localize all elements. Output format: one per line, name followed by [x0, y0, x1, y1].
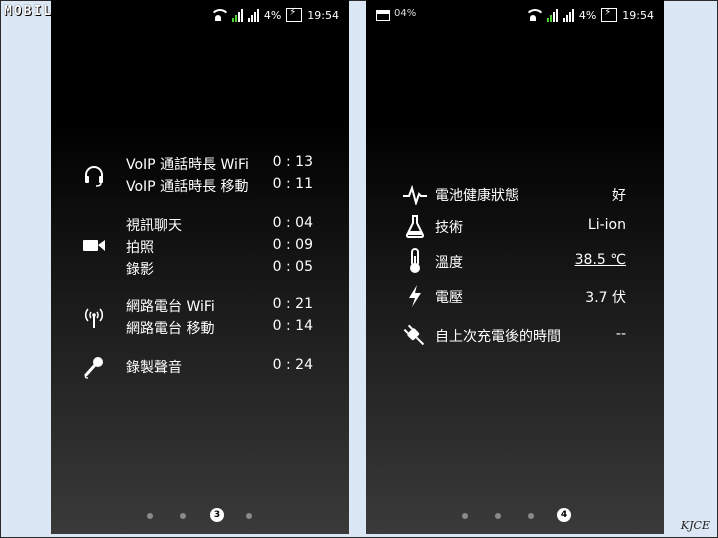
row-label: 網路電台 WiFi [126, 299, 215, 315]
row-value: 0 : 04 [272, 215, 313, 231]
list-item: 電池健康狀態 好 [366, 183, 664, 205]
status-bar: 4% 19:54 [51, 0, 349, 30]
row-value: 0 : 09 [272, 237, 313, 253]
page-dot-active[interactable]: 3 [210, 508, 224, 522]
list-item: 網路電台 WiFi 0 : 21 [51, 294, 349, 316]
row-label: 網路電台 移動 [126, 321, 215, 337]
row-label: 電池健康狀態 [435, 188, 519, 204]
list-item: 技術 Li-ion [366, 215, 664, 237]
page-dot[interactable] [528, 513, 534, 519]
list-item: 視訊聊天 0 : 04 [51, 213, 349, 235]
wifi-icon [209, 9, 230, 21]
notification-icon [376, 10, 390, 21]
list-item: 溫度 38.5 ℃ [366, 250, 664, 272]
right-phone-screen: 04% 4% 19:54 電池健康狀態 好 技術 Li-ion 溫度 38.5 … [366, 0, 664, 534]
signal-icon [546, 8, 558, 22]
row-value: 0 : 21 [272, 296, 313, 312]
row-label: VoIP 通話時長 移動 [126, 179, 249, 195]
page-dot[interactable] [246, 513, 252, 519]
row-label: 溫度 [435, 255, 463, 271]
battery-percent: 4% [263, 8, 282, 22]
signal-icon [231, 8, 243, 22]
page-indicator: 3 [51, 508, 349, 524]
left-phone-screen: 4% 19:54 VoIP 通話時長 WiFi 0 : 13 VoIP 通話時長… [51, 0, 349, 534]
row-value: 0 : 11 [272, 176, 313, 192]
status-icons: 4% 19:54 [209, 7, 339, 22]
row-value: 3.7 伏 [585, 290, 626, 306]
row-value: 好 [612, 188, 626, 204]
signal-icon-2 [247, 8, 259, 22]
clock: 19:54 [307, 8, 339, 22]
list-item: VoIP 通話時長 WiFi 0 : 13 [51, 152, 349, 174]
signal-icon-2 [562, 8, 574, 22]
page-dot[interactable] [462, 513, 468, 519]
row-label: 自上次充電後的時間 [435, 329, 561, 345]
row-label: 錄影 [126, 262, 154, 278]
notification-text: 04% [394, 8, 417, 19]
list-item: VoIP 通話時長 移動 0 : 11 [51, 174, 349, 196]
row-value[interactable]: 38.5 ℃ [575, 252, 626, 268]
list-item: 網路電台 移動 0 : 14 [51, 316, 349, 338]
list-item: 電壓 3.7 伏 [366, 285, 664, 307]
list-item: 拍照 0 : 09 [51, 235, 349, 257]
row-value: 0 : 14 [272, 318, 313, 334]
list-item: 錄影 0 : 05 [51, 257, 349, 279]
clock: 19:54 [622, 8, 654, 22]
row-label: 視訊聊天 [126, 218, 182, 234]
status-icons: 4% 19:54 [524, 7, 654, 22]
row-label: VoIP 通話時長 WiFi [126, 157, 249, 173]
row-value: -- [615, 326, 626, 342]
row-value: 0 : 13 [272, 154, 313, 170]
page-indicator: 4 [366, 508, 664, 524]
list-item: 自上次充電後的時間 -- [366, 324, 664, 346]
wifi-icon [524, 9, 545, 21]
row-label: 拍照 [126, 240, 154, 256]
status-bar: 04% 4% 19:54 [366, 0, 664, 30]
battery-icon [286, 7, 303, 22]
page-dot[interactable] [495, 513, 501, 519]
watermark-signature: KJCE [680, 519, 710, 532]
page-dot[interactable] [180, 513, 186, 519]
row-value: 0 : 05 [272, 259, 313, 275]
row-label: 錄製聲音 [126, 360, 182, 376]
page-dot[interactable] [147, 513, 153, 519]
row-label: 技術 [435, 220, 463, 236]
battery-icon [601, 7, 618, 22]
page-dot-active[interactable]: 4 [557, 508, 571, 522]
row-label: 電壓 [435, 290, 463, 306]
row-value: 0 : 24 [272, 357, 313, 373]
list-item: 錄製聲音 0 : 24 [51, 355, 349, 377]
row-value: Li-ion [587, 217, 626, 233]
battery-percent: 4% [578, 8, 597, 22]
